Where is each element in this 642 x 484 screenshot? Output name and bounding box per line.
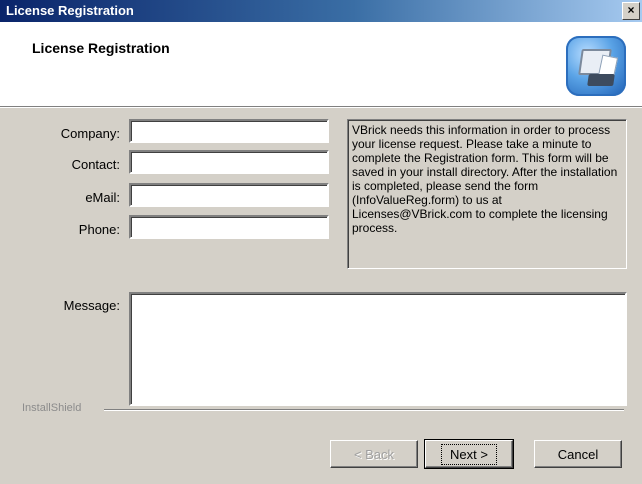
close-button[interactable]: × [622,2,640,20]
back-button-label: < Back [353,446,395,462]
wizard-header: License Registration [0,22,642,106]
message-label: Message: [63,298,120,313]
title-bar: License Registration × [0,0,642,22]
license-registration-window: License Registration × License Registrat… [0,0,642,484]
computer-install-icon [566,36,626,96]
contact-field[interactable] [129,150,329,174]
email-label: eMail: [85,190,120,205]
phone-field[interactable] [129,215,329,239]
contact-label: Contact: [71,157,120,172]
page-title: License Registration [32,40,170,56]
close-icon: × [627,3,635,17]
phone-label: Phone: [78,222,120,237]
email-field[interactable] [129,183,329,207]
registration-info-text: VBrick needs this information in order t… [347,119,627,269]
computer-base-shape [587,74,615,86]
installshield-brand: InstallShield [22,402,82,414]
message-field[interactable] [129,292,627,406]
next-button-label: Next > [441,443,497,465]
company-field[interactable] [129,119,329,143]
header-separator [0,106,642,108]
cancel-button-label: Cancel [557,446,599,462]
next-button[interactable]: Next > [424,439,514,469]
footer-separator [104,409,624,411]
company-label: Company: [60,126,120,141]
window-title: License Registration [6,3,134,18]
cancel-button[interactable]: Cancel [534,440,622,468]
back-button[interactable]: < Back [330,440,418,468]
